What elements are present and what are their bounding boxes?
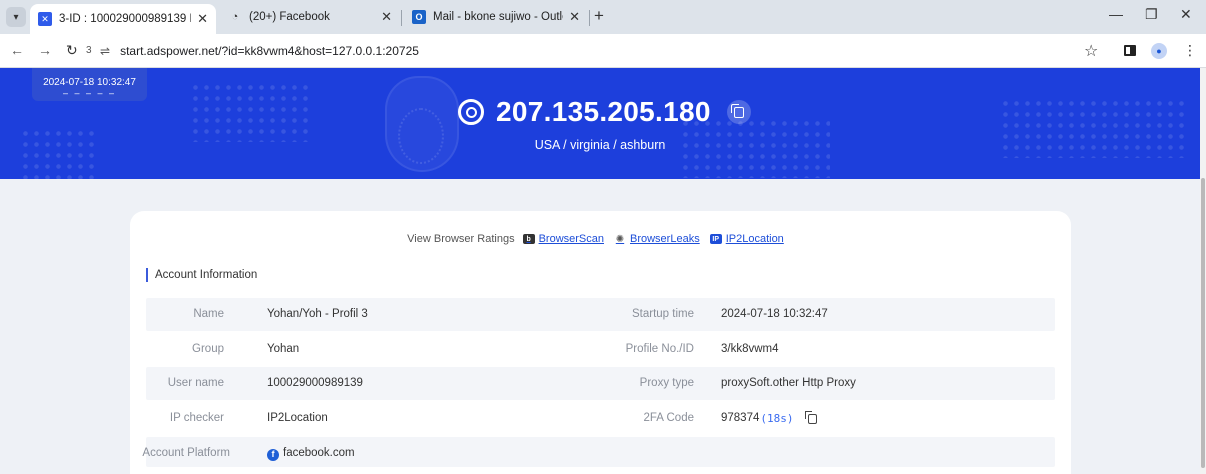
tab-adspower[interactable]: ✕ 3-ID : 100029000989139 Pass F ✕	[30, 4, 216, 34]
value-proxy-type: proxySoft.other Http Proxy	[721, 377, 856, 389]
browserscan-label: BrowserScan	[538, 233, 604, 245]
forward-button[interactable]: →	[38, 42, 52, 58]
tab-title: 3-ID : 100029000989139 Pass F	[59, 13, 191, 25]
copy-ip-button[interactable]	[726, 100, 751, 124]
browserscan-icon: b	[522, 234, 535, 244]
page-content: 207.135.205.180 USA / virginia / ashburn…	[0, 68, 1206, 474]
section-title: Account Information	[146, 268, 257, 282]
reload-badge: 3	[86, 45, 92, 56]
label-account-platform: Account Platform	[142, 447, 230, 459]
omnibox[interactable]: ⇌ start.adspower.net/?id=kk8vwm4&host=12…	[100, 39, 1100, 63]
info-row-ip-checker: IP checker IP2Location 2FA Code 978374 (…	[146, 402, 1055, 435]
info-row-username: User name 100029000989139 Proxy type pro…	[146, 367, 1055, 400]
close-icon[interactable]: ✕	[197, 11, 208, 27]
account-card: View Browser Ratings b BrowserScan ✺ Bro…	[130, 211, 1071, 474]
2fa-countdown: (18s)	[760, 412, 794, 425]
info-row-name: Name Yohan/Yoh - Profil 3 Startup time 2…	[146, 298, 1055, 331]
facebook-icon: f	[267, 448, 279, 461]
ip-hero-banner: 207.135.205.180 USA / virginia / ashburn	[0, 68, 1200, 179]
label-username: User name	[167, 377, 224, 389]
side-panel-icon[interactable]	[1124, 45, 1136, 56]
decor-dots	[20, 128, 100, 179]
value-platform: f facebook.com	[267, 437, 355, 470]
tab-separator	[401, 10, 402, 26]
close-icon[interactable]: ✕	[569, 9, 580, 25]
label-profile-id: Profile No./ID	[625, 343, 694, 355]
value-2fa-code: 978374	[721, 412, 760, 424]
copy-icon	[730, 103, 744, 118]
adspower-icon: ✕	[38, 12, 52, 26]
ip2location-label: IP2Location	[725, 233, 784, 245]
browserleaks-link[interactable]: ✺ BrowserLeaks	[614, 233, 700, 245]
menu-kebab-icon[interactable]: ⋮	[1183, 42, 1197, 59]
chevron-down-icon: ▾	[13, 11, 19, 23]
tab-title: Mail - bkone sujiwo - Outlook	[433, 11, 563, 23]
arrow-left-icon: ←	[10, 42, 24, 58]
ratings-label: View Browser Ratings	[407, 233, 515, 245]
value-name: Yohan/Yoh - Profil 3	[267, 308, 368, 320]
new-tab-button[interactable]: +	[594, 6, 604, 26]
browserleaks-icon: ✺	[615, 233, 625, 245]
location-pin-icon	[458, 99, 484, 125]
tab-search-button[interactable]: ▾	[6, 7, 26, 27]
scrollbar-thumb[interactable]	[1201, 178, 1205, 468]
address-bar: ← → ↻ 3 ⇌ start.adspower.net/?id=kk8vwm4…	[0, 34, 1206, 68]
minimize-button[interactable]: —	[1109, 6, 1123, 22]
restore-icon: ❐	[1145, 6, 1158, 22]
label-name: Name	[193, 308, 224, 320]
time-badge-time: 2024-07-18 10:32:47	[43, 77, 136, 88]
ip-location: USA / virginia / ashburn	[534, 138, 666, 152]
url-text: start.adspower.net/?id=kk8vwm4&host=127.…	[120, 44, 419, 58]
site-info-icon[interactable]: ⇌	[100, 44, 110, 58]
label-group: Group	[192, 343, 224, 355]
arrow-right-icon: →	[38, 42, 52, 58]
reload-button[interactable]: ↻	[66, 42, 78, 59]
label-2fa-code: 2FA Code	[643, 412, 694, 424]
label-proxy-type: Proxy type	[639, 377, 694, 389]
value-platform-text: facebook.com	[283, 447, 355, 459]
back-button[interactable]: ←	[10, 42, 24, 58]
time-badge: 2024-07-18 10:32:47 – – – – –	[32, 68, 147, 101]
copy-2fa-icon[interactable]	[804, 410, 817, 424]
time-badge-dashes: – – – – –	[62, 88, 117, 98]
fingerprint-icon	[398, 108, 444, 164]
info-row-platform: Account Platform f facebook.com	[142, 437, 1055, 470]
ip-row: 207.135.205.180	[458, 96, 751, 128]
minimize-icon: —	[1109, 6, 1123, 22]
close-icon[interactable]: ✕	[381, 9, 392, 25]
value-username: 100029000989139	[267, 377, 363, 389]
outlook-icon: O	[412, 10, 426, 24]
ip-address: 207.135.205.180	[496, 96, 711, 127]
ip2location-icon: IP	[709, 234, 722, 244]
page-scrollbar[interactable]	[1200, 68, 1206, 474]
tab-strip: ▾ ✕ 3-ID : 100029000989139 Pass F ✕ ◔ (2…	[0, 0, 1206, 34]
decor-dots	[190, 82, 310, 142]
value-startup-time: 2024-07-18 10:32:47	[721, 308, 828, 320]
window-close-button[interactable]: ✕	[1180, 6, 1192, 23]
browserleaks-label: BrowserLeaks	[630, 233, 700, 245]
tab-facebook[interactable]: ◔ (20+) Facebook ✕	[220, 4, 400, 30]
value-profile-id: 3/kk8vwm4	[721, 343, 779, 355]
close-icon: ✕	[1180, 6, 1192, 22]
browserscan-link[interactable]: b BrowserScan	[522, 233, 604, 245]
restore-button[interactable]: ❐	[1145, 6, 1158, 23]
facebook-icon: ◔	[231, 11, 239, 23]
info-row-group: Group Yohan Profile No./ID 3/kk8vwm4	[146, 333, 1055, 366]
value-ip-checker: IP2Location	[267, 412, 328, 424]
label-ip-checker: IP checker	[169, 412, 224, 424]
tab-separator	[589, 10, 590, 26]
ip2location-link[interactable]: IP IP2Location	[709, 233, 784, 245]
tab-title: (20+) Facebook	[249, 11, 330, 23]
profile-avatar-icon[interactable]: ●	[1151, 43, 1167, 59]
tab-outlook[interactable]: O Mail - bkone sujiwo - Outlook ✕	[404, 4, 588, 30]
bookmark-star-icon[interactable]: ☆	[1084, 41, 1098, 61]
value-group: Yohan	[267, 343, 300, 355]
browser-ratings: View Browser Ratings b BrowserScan ✺ Bro…	[130, 233, 1071, 245]
value-2fa: 978374 (18s)	[721, 402, 817, 435]
reload-icon: ↻	[66, 42, 78, 58]
label-startup-time: Startup time	[632, 308, 694, 320]
plus-icon: +	[594, 6, 604, 25]
